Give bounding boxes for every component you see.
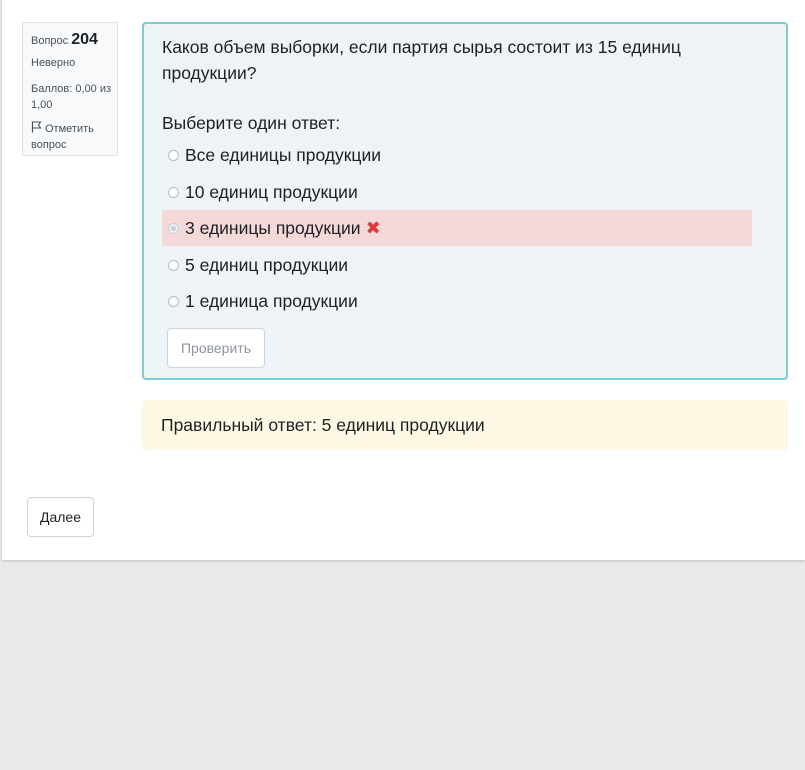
question-number: Вопрос 204 [31,31,98,49]
answer-prompt: Выберите один ответ: [162,113,341,133]
flag-icon [31,121,42,133]
question-grade: Баллов: 0,00 из 1,00 [31,83,112,111]
question-info-panel: Вопрос 204 Неверно Баллов: 0,00 из 1,00 … [22,22,118,156]
question-number-value: 204 [71,31,98,48]
question-card: Вопрос 204 Неверно Баллов: 0,00 из 1,00 … [2,0,805,560]
answer-option-1[interactable]: Все единицы продукции [162,137,752,173]
question-state: Неверно [31,57,76,69]
right-answer-feedback: Правильный ответ: 5 единиц продукции [142,400,788,450]
answer-option-5[interactable]: 1 единица продукции [162,283,752,319]
answer-radio-3[interactable] [168,222,179,234]
question-label: Вопрос [31,35,69,47]
answer-radio-5[interactable] [168,295,179,307]
answer-option-3[interactable]: 3 единицы продукции ✖ [162,210,752,246]
flag-question-link[interactable]: Отметить вопрос [31,121,117,153]
answer-radio-1[interactable] [168,149,179,161]
answer-radio-4[interactable] [168,259,179,271]
answer-label-4: 5 единиц продукции [185,254,349,275]
answer-option-2[interactable]: 10 единиц продукции [162,174,752,210]
answer-label-1: Все единицы продукции [185,144,382,165]
answer-radio-2[interactable] [168,186,179,198]
check-button[interactable]: Проверить [167,328,265,368]
answer-label-5: 1 единица продукции [185,290,358,311]
cross-icon: ✖ [365,218,381,238]
question-content: Каков объем выборки, если партия сырья с… [142,22,788,380]
right-answer-text: Правильный ответ: 5 единиц продукции [161,414,485,435]
answer-label-3: 3 единицы продукции [185,217,361,238]
answer-option-4[interactable]: 5 единиц продукции [162,247,752,283]
answer-label-2: 10 единиц продукции [185,181,358,202]
next-button[interactable]: Далее [27,497,94,537]
question-text: Каков объем выборки, если партия сырья с… [162,37,681,83]
